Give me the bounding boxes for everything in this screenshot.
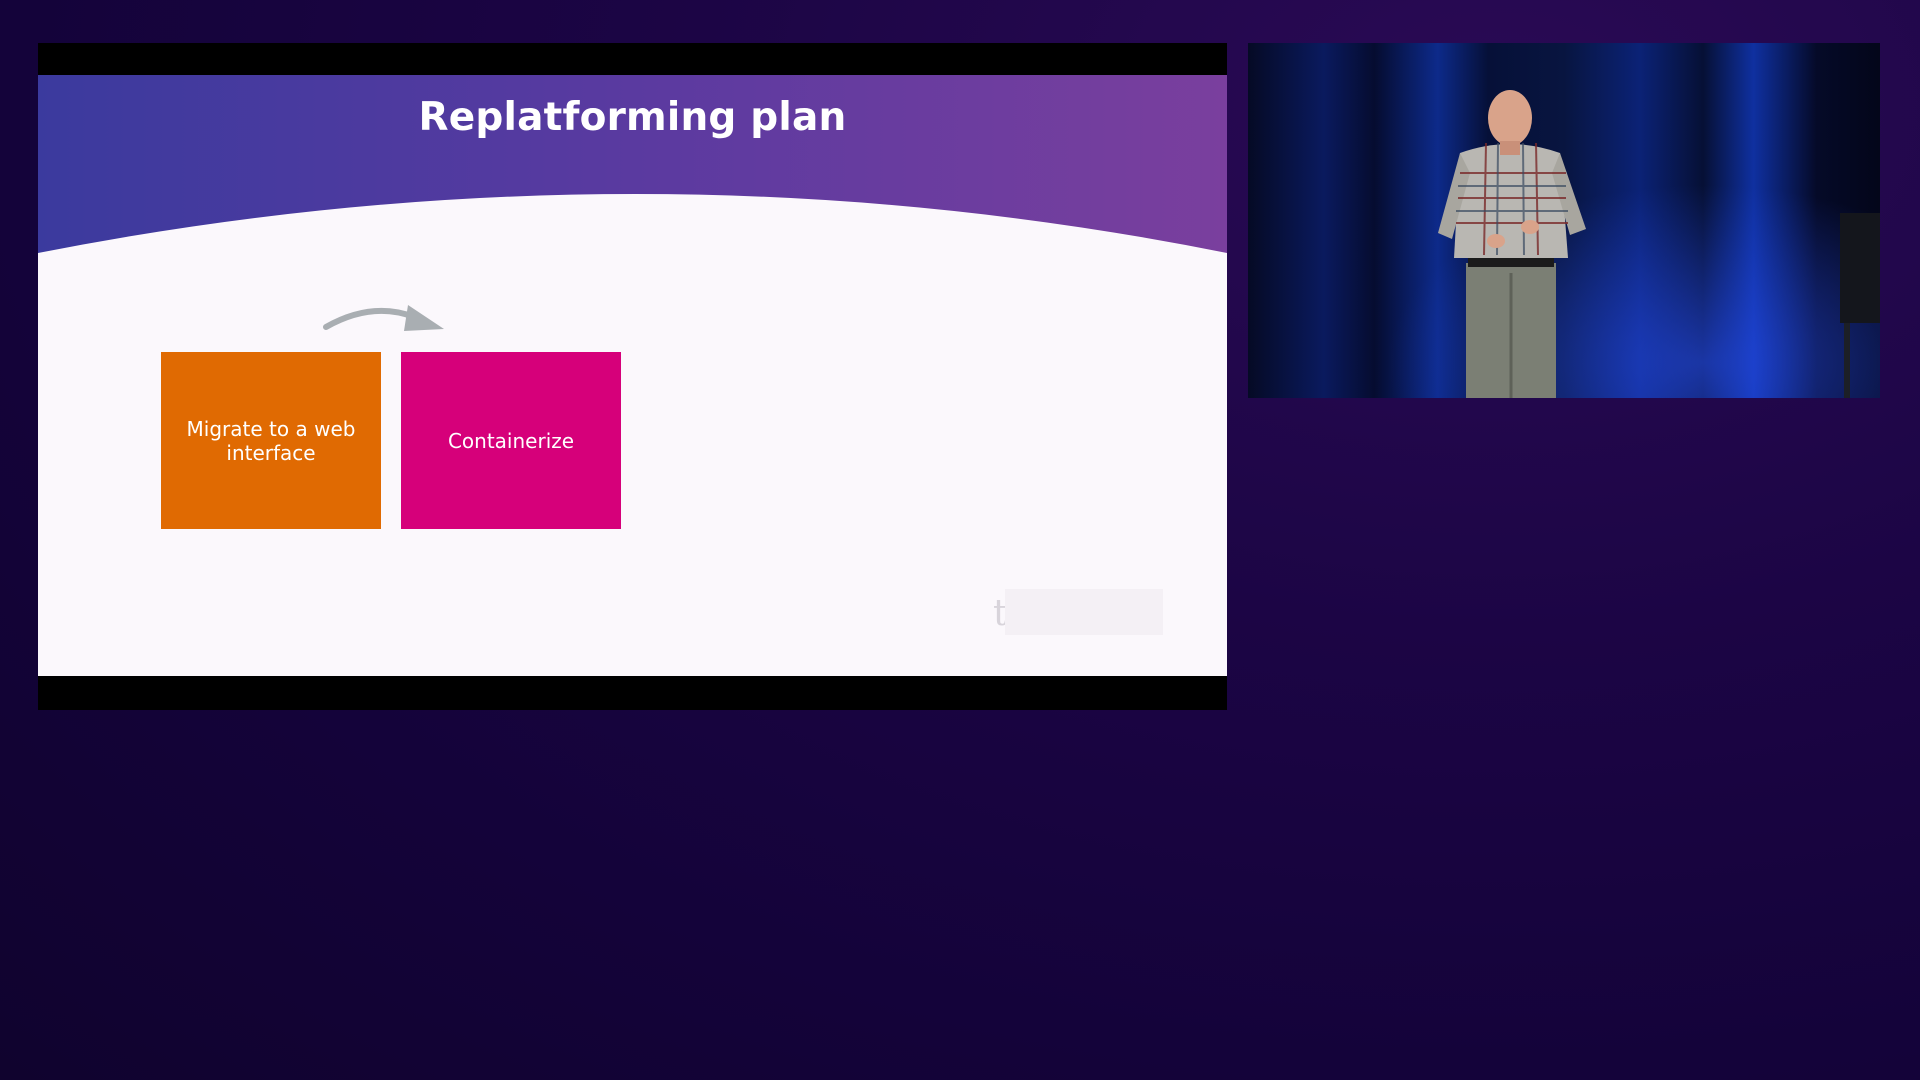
presentation-slide: Replatforming plan Migrate to a web inte… bbox=[38, 75, 1227, 676]
speaker-video bbox=[1248, 43, 1880, 398]
speaker-video-frame bbox=[1248, 43, 1880, 398]
faded-step-placeholder: t bbox=[993, 589, 1163, 637]
slide-title: Replatforming plan bbox=[418, 95, 847, 140]
curved-arrow-icon bbox=[323, 305, 444, 331]
step-box-migrate: Migrate to a web interface bbox=[161, 352, 381, 529]
faded-block bbox=[1005, 589, 1163, 635]
step-box-containerize: Containerize bbox=[401, 352, 621, 529]
slide-frame: Replatforming plan Migrate to a web inte… bbox=[38, 43, 1227, 710]
